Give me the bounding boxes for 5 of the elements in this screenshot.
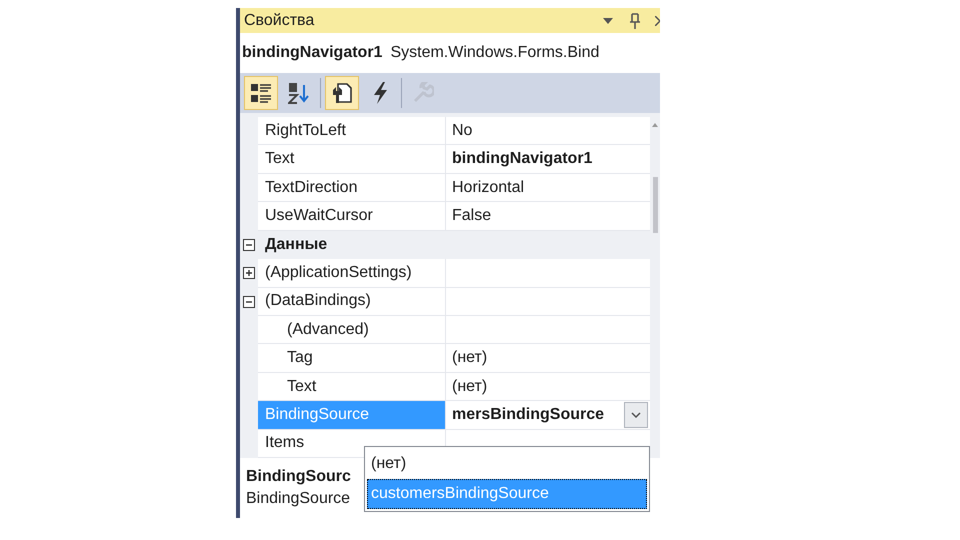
description-text: BindingSource [246, 489, 350, 510]
object-name: bindingNavigator1 [242, 43, 382, 63]
object-type: System.Windows.Forms.Bind [390, 43, 600, 63]
window-title: Свойства [244, 10, 316, 30]
description-title: BindingSourc [246, 467, 351, 487]
